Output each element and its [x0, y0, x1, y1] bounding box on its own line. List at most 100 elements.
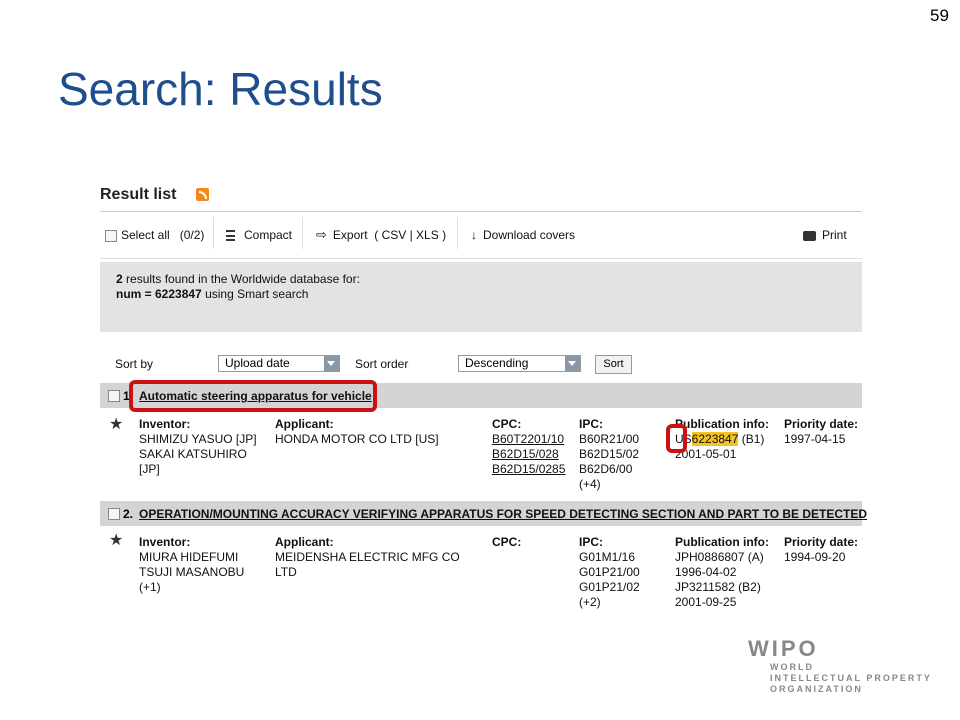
ipc-label: IPC: — [579, 535, 603, 549]
divider — [457, 217, 458, 249]
inventor-name: [JP] — [139, 462, 160, 476]
inventor-label: Inventor: — [139, 535, 191, 549]
ipc-code: G01M1/16 — [579, 550, 636, 564]
toolbar: Select all (0/2) Compact ⇨ Export ( CSV |… — [100, 217, 862, 249]
result-list-title: Result list — [100, 186, 177, 203]
divider — [213, 217, 214, 249]
ipc-column-2: IPC: G01M1/16 G01P21/00 G01P21/02 (+2) — [579, 535, 640, 610]
cpc-label: CPC: — [492, 417, 522, 431]
query-method-text: using Smart search — [201, 287, 309, 301]
export-control[interactable]: ⇨ Export ( CSV | XLS ) — [316, 225, 446, 245]
result-title-link-2[interactable]: OPERATION/MOUNTING ACCURACY VERIFYING AP… — [139, 507, 867, 521]
sort-by-value: Upload date — [225, 356, 290, 370]
ipc-code: B60R21/00 — [579, 432, 640, 446]
inventor-name: SHIMIZU YASUO [JP] — [139, 432, 257, 446]
pub-number-highlight: 6223847 — [691, 432, 739, 446]
priority-date: 1997-04-15 — [784, 432, 846, 446]
inventor-column-1: Inventor: SHIMIZU YASUO [JP] SAKAI KATSU… — [139, 417, 257, 477]
cpc-link[interactable]: B62D15/028 — [492, 447, 559, 461]
applicant-label: Applicant: — [275, 417, 334, 431]
chevron-down-icon — [324, 356, 339, 371]
ipc-label: IPC: — [579, 417, 603, 431]
applicant-column-1: Applicant: HONDA MOTOR CO LTD [US] — [275, 417, 439, 447]
ipc-more[interactable]: (+2) — [579, 595, 601, 609]
query-text: num = 6223847 — [116, 287, 202, 301]
print-button[interactable]: Print — [803, 225, 847, 245]
slide-number: 59 — [930, 6, 949, 25]
ipc-code: B62D15/02 — [579, 447, 640, 461]
sort-order-label: Sort order — [355, 357, 409, 371]
compact-label: Compact — [244, 228, 293, 242]
wipo-logo: WIPO WORLD INTELLECTUAL PROPERTY ORGANIZ… — [748, 636, 932, 695]
download-covers-button[interactable]: ↓ Download covers — [471, 225, 575, 245]
export-formats[interactable]: ( CSV | XLS ) — [374, 228, 446, 242]
cpc-column-2: CPC: — [492, 535, 521, 550]
export-icon: ⇨ — [316, 227, 327, 242]
applicant-name: HONDA MOTOR CO LTD [US] — [275, 432, 439, 446]
cpc-label: CPC: — [492, 535, 522, 549]
inventor-name: MIURA HIDEFUMI — [139, 550, 239, 564]
country-code-highlight-box — [666, 424, 687, 453]
sort-by-select[interactable]: Upload date — [218, 355, 340, 372]
inventor-name: SAKAI KATSUHIRO — [139, 447, 247, 461]
result-checkbox-2[interactable] — [108, 508, 120, 520]
cpc-link[interactable]: B62D15/0285 — [492, 462, 565, 476]
divider — [100, 211, 862, 212]
applicant-label: Applicant: — [275, 535, 334, 549]
select-count: (0/2) — [179, 228, 205, 242]
publication-label: Publication info: — [675, 417, 769, 431]
applicant-name: MEIDENSHA ELECTRIC MFG CO — [275, 550, 460, 564]
title-highlight-box — [129, 380, 377, 412]
priority-column-1: Priority date: 1997-04-15 — [784, 417, 858, 447]
star-icon[interactable]: ★ — [109, 417, 123, 433]
query-line: num = 6223847 using Smart search — [116, 287, 308, 301]
ipc-code: G01P21/02 — [579, 580, 640, 594]
priority-column-2: Priority date: 1994-09-20 — [784, 535, 858, 565]
select-all-control[interactable]: Select all (0/2) — [105, 225, 204, 245]
search-info-box: 2 results found in the Worldwide databas… — [100, 262, 862, 332]
cpc-column-1: CPC: B60T2201/10 B62D15/028 B62D15/0285 — [492, 417, 565, 477]
publication-column-2: Publication info: JPH0886807 (A) 1996-04… — [675, 535, 769, 610]
slide-title: Search: Results — [58, 63, 383, 115]
inventor-more[interactable]: (+1) — [139, 580, 161, 594]
rss-icon[interactable] — [196, 188, 209, 201]
result-checkbox-1[interactable] — [108, 390, 120, 402]
pub-number: JP3211582 (B2) — [675, 580, 761, 594]
print-label: Print — [822, 228, 847, 242]
priority-label: Priority date: — [784, 417, 859, 431]
sort-order-select[interactable]: Descending — [458, 355, 581, 372]
pub-date: 1996-04-02 — [675, 565, 737, 579]
pub-date: 2001-09-25 — [675, 595, 737, 609]
download-arrow-icon: ↓ — [471, 228, 477, 242]
cpc-link[interactable]: B60T2201/10 — [492, 432, 564, 446]
sort-by-label: Sort by — [115, 357, 154, 371]
select-all-label: Select all — [121, 228, 170, 242]
download-covers-label: Download covers — [483, 228, 576, 242]
pub-kind: (B1) — [738, 432, 765, 446]
divider — [302, 217, 303, 249]
publication-column-1: Publication info: US6223847 (B1) 2001-05… — [675, 417, 769, 462]
compact-button[interactable]: Compact — [226, 225, 292, 245]
ipc-code: G01P21/00 — [579, 565, 640, 579]
result-number-2: 2. — [123, 507, 134, 521]
results-count: 2 — [116, 272, 123, 286]
results-count-line: 2 results found in the Worldwide databas… — [116, 272, 360, 286]
select-all-checkbox[interactable] — [105, 229, 117, 242]
result-header-2: 2. OPERATION/MOUNTING ACCURACY VERIFYING… — [100, 501, 867, 526]
sort-button[interactable]: Sort — [595, 355, 632, 374]
ipc-more[interactable]: (+4) — [579, 477, 601, 491]
chevron-down-icon — [565, 356, 580, 371]
sort-row: Sort by Upload date Sort order Descendin… — [100, 355, 862, 379]
star-icon[interactable]: ★ — [109, 533, 123, 549]
priority-date: 1994-09-20 — [784, 550, 846, 564]
inventor-name: TSUJI MASANOBU — [139, 565, 245, 579]
wipo-logo-line: WORLD — [770, 662, 814, 672]
inventor-column-2: Inventor: MIURA HIDEFUMI TSUJI MASANOBU … — [139, 535, 244, 595]
list-icon — [226, 230, 235, 242]
ipc-code: B62D6/00 — [579, 462, 633, 476]
applicant-column-2: Applicant: MEIDENSHA ELECTRIC MFG CO LTD — [275, 535, 460, 580]
export-label: Export — [332, 228, 368, 242]
ipc-column-1: IPC: B60R21/00 B62D15/02 B62D6/00 (+4) — [579, 417, 639, 492]
results-count-text: results found in the Worldwide database … — [122, 272, 360, 286]
inventor-label: Inventor: — [139, 417, 191, 431]
